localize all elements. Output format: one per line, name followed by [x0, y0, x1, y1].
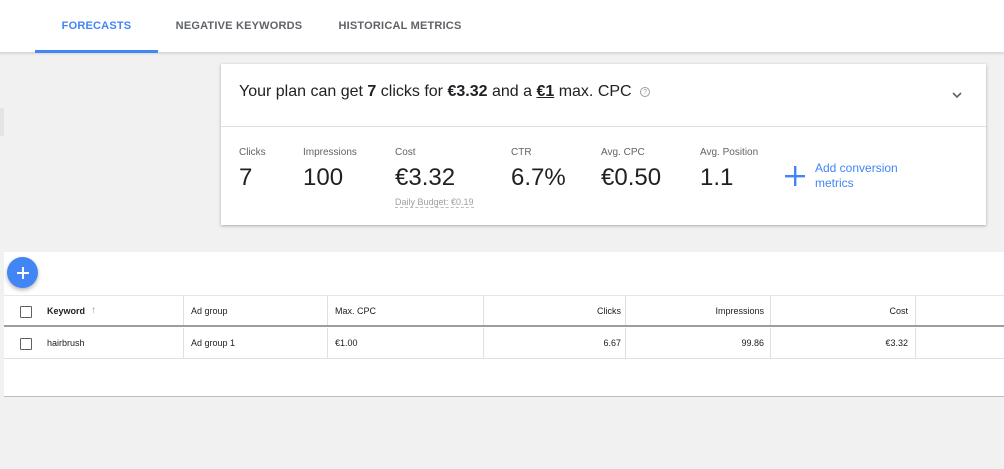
metric-cost: Cost €3.32 Daily Budget: €0.19: [395, 147, 474, 210]
column-divider: [183, 328, 184, 358]
column-header-impressions[interactable]: Impressions: [626, 296, 764, 325]
column-header-clicks[interactable]: Clicks: [484, 296, 621, 325]
metric-avg-position-label: Avg. Position: [700, 147, 759, 158]
metric-avg-position: Avg. Position 1.1: [700, 147, 758, 192]
row-checkbox[interactable]: [20, 338, 32, 350]
add-conversion-metrics-label: Add conversion metrics: [815, 161, 898, 190]
metric-impressions-label: Impressions: [303, 147, 357, 158]
column-divider: [915, 296, 916, 325]
metric-ctr-value: 6.7%: [511, 164, 566, 191]
metric-cost-label: Cost: [395, 147, 416, 158]
metric-clicks-label: Clicks: [239, 147, 266, 158]
table-row[interactable]: hairbrush Ad group 1 €1.00 6.67 99.86 €3…: [4, 328, 1004, 359]
forecast-summary-card: Your plan can get 7 clicks for €3.32 and…: [221, 64, 986, 225]
metric-avg-cpc-label: Avg. CPC: [601, 147, 645, 158]
metric-avg-position-value: 1.1: [700, 164, 734, 191]
forecast-headline: Your plan can get 7 clicks for €3.32 and…: [239, 83, 651, 101]
headline-max-cpc-link[interactable]: €1: [536, 83, 554, 100]
column-divider: [183, 296, 184, 325]
column-header-cost[interactable]: Cost: [771, 296, 908, 325]
metric-cost-value: €3.32: [395, 164, 456, 191]
column-divider: [915, 328, 916, 358]
headline-mid1: clicks for: [380, 83, 443, 100]
arrow-up-icon: ↑: [91, 305, 97, 316]
cell-clicks: 6.67: [603, 338, 621, 348]
cell-ad-group[interactable]: Ad group 1: [191, 328, 235, 358]
select-all-checkbox[interactable]: [20, 306, 32, 318]
metric-impressions-value: 100: [303, 164, 344, 191]
tab-forecasts[interactable]: FORECASTS: [35, 0, 158, 52]
metric-clicks: Clicks 7: [239, 147, 266, 192]
column-header-max-cpc[interactable]: Max. CPC: [335, 296, 376, 325]
tab-historical-metrics[interactable]: HISTORICAL METRICS: [330, 0, 470, 52]
add-conversion-metrics-button[interactable]: Add conversion metrics: [784, 161, 915, 191]
side-panel-edge: [0, 108, 4, 136]
column-divider: [327, 328, 328, 358]
active-tab-indicator: [35, 50, 158, 53]
column-header-keyword-label: Keyword: [47, 305, 86, 316]
forecast-summary-header[interactable]: Your plan can get 7 clicks for €3.32 and…: [221, 64, 986, 127]
cell-cost: €3.32: [885, 338, 908, 348]
column-divider: [327, 296, 328, 325]
column-header-ad-group[interactable]: Ad group: [191, 296, 228, 325]
add-keyword-button[interactable]: [7, 257, 38, 288]
headline-clicks: 7: [367, 83, 377, 100]
cell-impressions: 99.86: [741, 338, 764, 348]
metric-ctr-label: CTR: [511, 147, 532, 158]
headline-mid2: and a: [491, 83, 532, 100]
plus-icon: [16, 266, 29, 279]
chevron-down-icon[interactable]: [950, 88, 964, 102]
table-header: Keyword ↑ Ad group Max. CPC Clicks Impre…: [4, 295, 1004, 327]
plus-icon: [785, 166, 805, 186]
metric-impressions: Impressions 100: [303, 147, 357, 192]
metric-clicks-value: 7: [239, 164, 253, 191]
daily-budget-note[interactable]: Daily Budget: €0.19: [395, 197, 474, 208]
tab-bar: FORECASTS NEGATIVE KEYWORDS HISTORICAL M…: [0, 0, 1004, 53]
headline-prefix: Your plan can get: [239, 83, 363, 100]
metric-avg-cpc-value: €0.50: [601, 164, 662, 191]
metric-avg-cpc: Avg. CPC €0.50: [601, 147, 661, 192]
metric-ctr: CTR 6.7%: [511, 147, 566, 192]
help-circle-icon[interactable]: ?: [640, 87, 651, 97]
column-header-keyword[interactable]: Keyword ↑: [47, 296, 96, 325]
headline-suffix: max. CPC: [558, 83, 632, 100]
tab-negative-keywords[interactable]: NEGATIVE KEYWORDS: [168, 0, 310, 52]
cell-keyword: hairbrush: [47, 338, 85, 348]
headline-cost: €3.32: [447, 83, 488, 100]
cell-max-cpc[interactable]: €1.00: [335, 328, 358, 358]
